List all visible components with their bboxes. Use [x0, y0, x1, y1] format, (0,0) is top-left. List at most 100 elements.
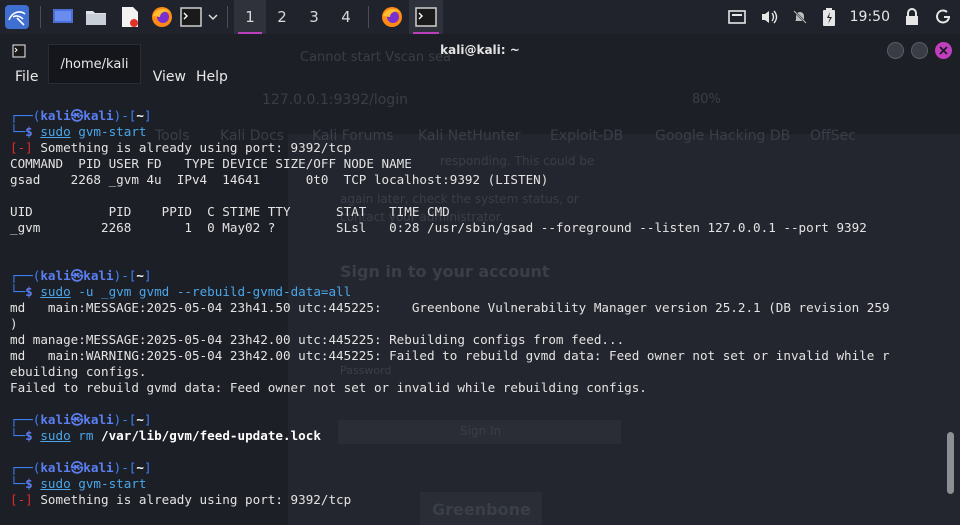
prompt-host: kali — [83, 268, 114, 283]
prompt-dir: ~ — [136, 412, 144, 427]
prompt-user: kali — [40, 412, 71, 427]
prompt-frame: ] — [143, 108, 152, 123]
prompt-at-icon: ㉿ — [70, 412, 84, 427]
close-button[interactable] — [935, 42, 952, 59]
prompt-dir: ~ — [136, 268, 144, 283]
prompt-host: kali — [83, 412, 114, 427]
workspace-4[interactable]: 4 — [330, 0, 362, 34]
workspace-1[interactable]: 1 — [234, 0, 266, 34]
prompt-frame: ┌──( — [10, 268, 41, 283]
prompt-at-icon: ㉿ — [70, 108, 84, 123]
command-sudo: sudo — [40, 124, 71, 139]
menu-view[interactable]: View — [149, 66, 194, 88]
tooltip: /home/kali — [48, 44, 141, 84]
prompt-frame: ] — [143, 460, 152, 475]
output-line: md manage:MESSAGE:2025-05-04 23h42.00 ut… — [10, 332, 890, 348]
prompt-frame: ] — [143, 412, 152, 427]
file-manager-launcher[interactable] — [79, 0, 113, 34]
prompt-line: ┌──(kali㉿kali)-[~] — [10, 460, 890, 476]
command-args: -u _gvm gvmd --rebuild-gvmd-data=all — [70, 284, 352, 299]
kali-menu-icon — [5, 5, 29, 29]
output-text: md main:WARNING:2025-05-04 23h42.00 utc:… — [10, 348, 890, 363]
lock-icon[interactable] — [904, 8, 920, 26]
command-line: └─$ sudo gvm-start — [10, 124, 890, 140]
screen-icon[interactable] — [727, 9, 746, 25]
error-marker: [-] — [10, 140, 33, 155]
firefox-launcher[interactable] — [147, 0, 177, 34]
workspace-label: 1 — [245, 8, 255, 26]
command-args: gvm-start — [70, 124, 147, 139]
maximize-button[interactable] — [911, 42, 928, 59]
prompt-frame: └─ — [10, 284, 26, 299]
taskbar-terminal[interactable] — [409, 0, 443, 34]
chevron-down-icon — [208, 14, 218, 21]
output-text: md manage:MESSAGE:2025-05-04 23h42.00 ut… — [10, 332, 625, 347]
prompt-line: ┌──(kali㉿kali)-[~] — [10, 268, 890, 284]
panel-separator — [40, 6, 41, 28]
prompt-frame: )-[ — [113, 108, 137, 123]
output-line: md main:WARNING:2025-05-04 23h42.00 utc:… — [10, 348, 890, 364]
browser-url: 127.0.0.1:9392/login — [262, 92, 408, 108]
launcher-dropdown[interactable] — [205, 0, 221, 34]
command-line: └─$ sudo gvm-start — [10, 476, 890, 492]
output-line: gsad 2268 _gvm 4u IPv4 14641 0t0 TCP loc… — [10, 172, 890, 188]
command-args: rm — [70, 428, 94, 443]
prompt-line: ┌──(kali㉿kali)-[~] — [10, 412, 890, 428]
browser-zoom: 80% — [692, 92, 721, 107]
command-sudo: sudo — [40, 284, 71, 299]
power-icon[interactable] — [934, 8, 952, 26]
command-line: └─$ sudo -u _gvm gvmd --rebuild-gvmd-dat… — [10, 284, 890, 300]
volume-icon[interactable] — [760, 9, 778, 25]
output-line: ) — [10, 316, 890, 332]
workspace-2[interactable]: 2 — [266, 0, 298, 34]
prompt-frame: ┌──( — [10, 460, 41, 475]
workspace-label: 2 — [277, 8, 287, 26]
prompt-user: kali — [40, 460, 71, 475]
menu-file[interactable]: File — [0, 66, 46, 88]
clock[interactable]: 19:50 — [850, 9, 890, 25]
kali-menu-button[interactable] — [0, 0, 34, 34]
output-line: _gvm 2268 1 0 May02 ? SLsl 0:28 /usr/sbi… — [10, 220, 890, 236]
menu-help[interactable]: Help — [194, 66, 236, 88]
prompt-line: ┌──(kali㉿kali)-[~] — [10, 108, 890, 124]
prompt-frame: ] — [143, 268, 152, 283]
text-editor-launcher[interactable] — [113, 0, 147, 34]
minimize-button[interactable] — [887, 42, 904, 59]
output-text: UID PID PPID C STIME TTY STAT TIME CMD — [10, 204, 450, 219]
window-titlebar[interactable]: kali@kali: ~ — [0, 34, 960, 66]
output-text: Failed to rebuild gvmd data: Feed owner … — [10, 380, 647, 395]
close-icon — [939, 46, 948, 55]
error-marker: [-] — [10, 492, 33, 507]
output-line: md main:MESSAGE:2025-05-04 23h41.50 utc:… — [10, 300, 890, 316]
prompt-frame: └─ — [10, 124, 26, 139]
bell-off-icon[interactable] — [792, 9, 808, 25]
prompt-dir: ~ — [136, 108, 144, 123]
prompt-frame: └─ — [10, 428, 26, 443]
command-args: gvm-start — [70, 476, 147, 491]
workspace-3[interactable]: 3 — [298, 0, 330, 34]
prompt-at-icon: ㉿ — [70, 460, 84, 475]
output-text: gsad 2268 _gvm 4u IPv4 14641 0t0 TCP loc… — [10, 172, 549, 187]
system-tray: 19:50 — [727, 0, 960, 34]
prompt-symbol: $ — [25, 476, 41, 491]
battery-icon[interactable] — [822, 7, 836, 27]
terminal-launcher[interactable] — [177, 0, 205, 34]
error-text: Something is already using port: 9392/tc… — [32, 140, 352, 155]
desktop-icon — [53, 9, 73, 23]
taskbar-firefox[interactable] — [375, 0, 409, 34]
prompt-symbol: $ — [25, 428, 41, 443]
terminal-output[interactable]: ┌──(kali㉿kali)-[~] └─$ sudo gvm-start [-] … — [10, 108, 890, 508]
show-desktop-button[interactable] — [47, 0, 79, 34]
text-editor-icon — [122, 7, 138, 27]
command-sudo: sudo — [40, 476, 71, 491]
prompt-frame: ┌──( — [10, 412, 41, 427]
window-title: kali@kali: ~ — [440, 43, 520, 57]
prompt-user: kali — [40, 268, 71, 283]
command-line: └─$ sudo rm /var/lib/gvm/feed-update.loc… — [10, 428, 890, 444]
scrollbar[interactable] — [947, 432, 954, 494]
terminal-icon — [415, 7, 437, 27]
